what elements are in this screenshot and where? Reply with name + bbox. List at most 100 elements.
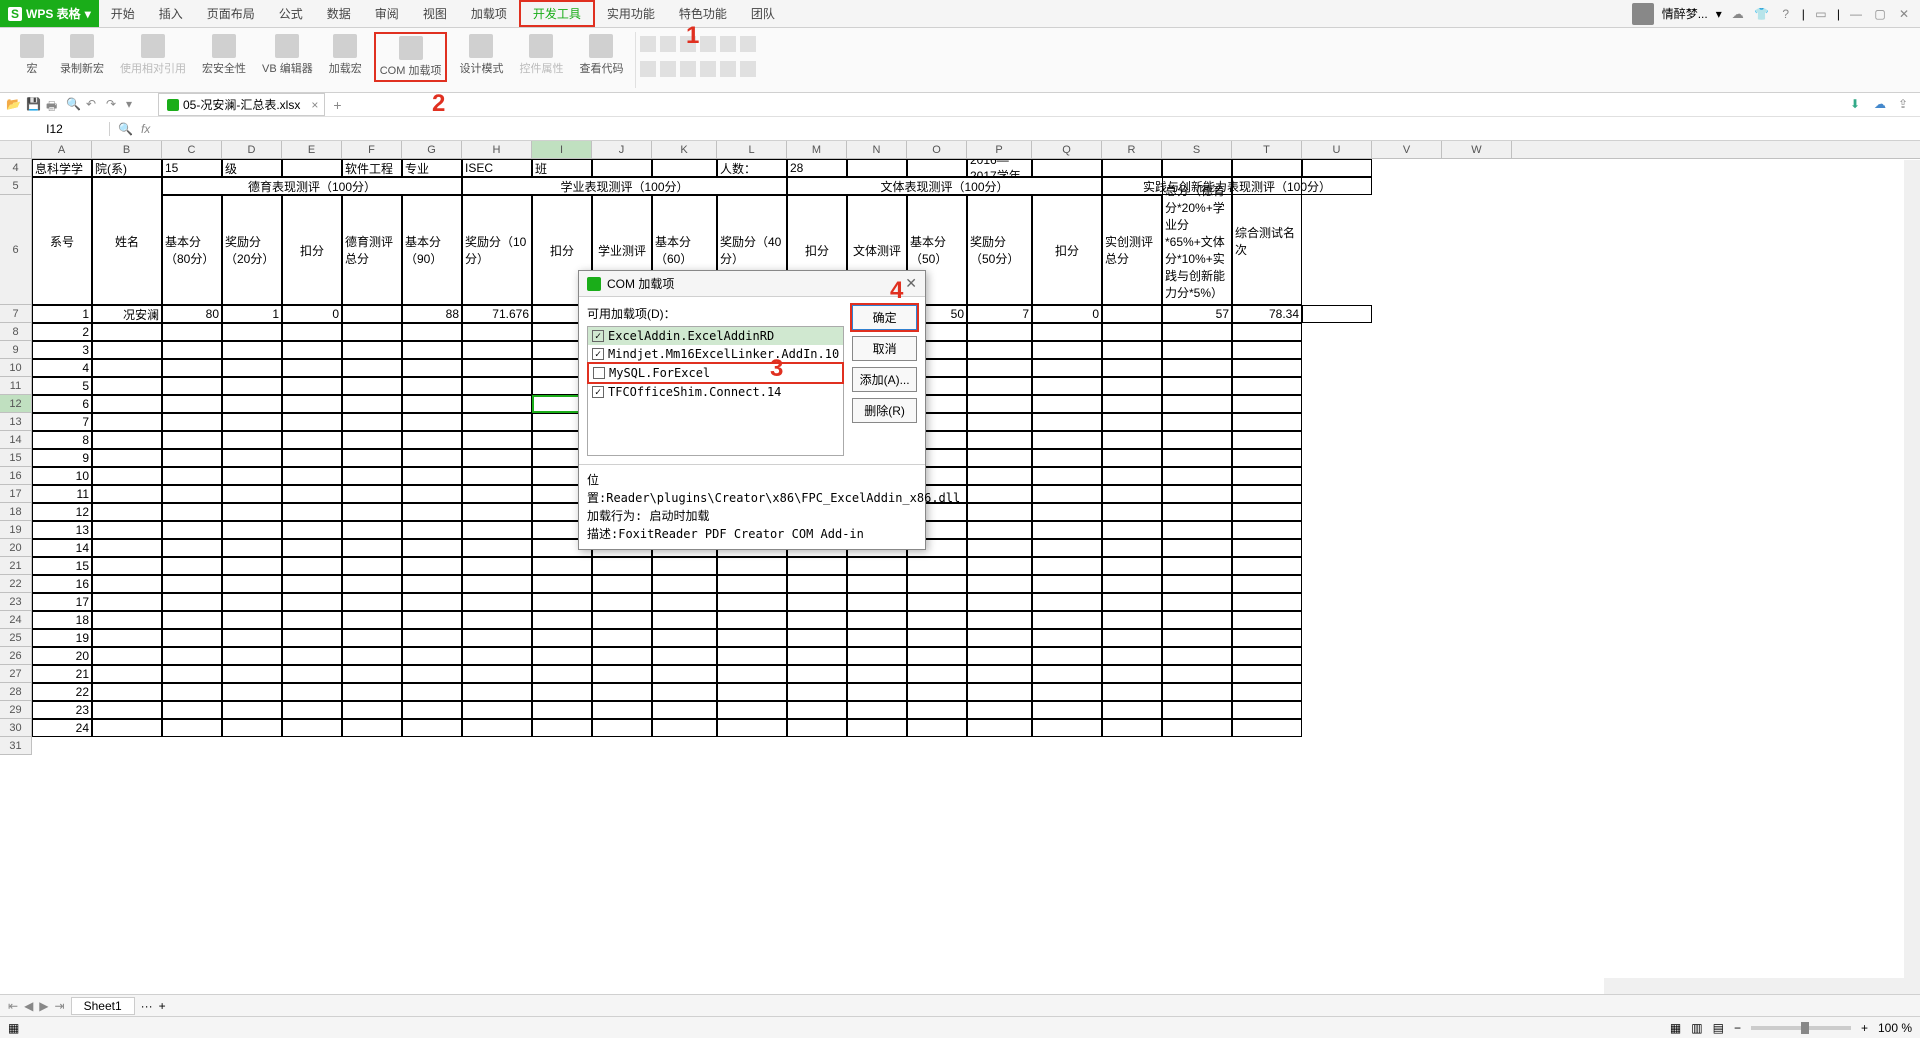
row-header-30[interactable]: 30: [0, 719, 32, 737]
cell[interactable]: [652, 557, 717, 575]
cell[interactable]: [162, 503, 222, 521]
cell[interactable]: 10: [32, 467, 92, 485]
cell[interactable]: 7: [967, 305, 1032, 323]
cell[interactable]: [1102, 611, 1162, 629]
cell[interactable]: [162, 665, 222, 683]
cell[interactable]: [462, 359, 532, 377]
cell[interactable]: [967, 521, 1032, 539]
cell[interactable]: [92, 683, 162, 701]
cell[interactable]: [222, 503, 282, 521]
cell[interactable]: 姓名: [92, 177, 162, 305]
row-header-26[interactable]: 26: [0, 647, 32, 665]
cell[interactable]: [967, 431, 1032, 449]
menu-tab-5[interactable]: 审阅: [363, 0, 411, 27]
sheet-nav-prev[interactable]: ◀: [24, 999, 33, 1013]
cell[interactable]: [1032, 413, 1102, 431]
cell[interactable]: [462, 503, 532, 521]
menu-tab-7[interactable]: 加载项: [459, 0, 519, 27]
control-group-icon[interactable]: [680, 61, 696, 77]
cell[interactable]: [1162, 341, 1232, 359]
cell[interactable]: [1102, 431, 1162, 449]
cell[interactable]: [162, 413, 222, 431]
cell[interactable]: 总分（德育分*20%+学业分*65%+文体分*10%+实践与创新能力分*5%）: [1162, 177, 1232, 305]
window-maximize[interactable]: ▢: [1872, 6, 1888, 22]
cell[interactable]: [907, 575, 967, 593]
row-header-6[interactable]: 6: [0, 195, 32, 305]
cell[interactable]: [967, 485, 1032, 503]
control-textbox-icon[interactable]: [660, 36, 676, 52]
cell[interactable]: [592, 611, 652, 629]
cell[interactable]: [1032, 611, 1102, 629]
cell[interactable]: [402, 557, 462, 575]
ribbon-btn-4[interactable]: VB 编辑器: [258, 32, 317, 78]
cell[interactable]: [1232, 557, 1302, 575]
cell[interactable]: [907, 701, 967, 719]
cell[interactable]: 扣分: [1032, 195, 1102, 305]
cell[interactable]: [717, 701, 787, 719]
cell[interactable]: [907, 593, 967, 611]
col-header-P[interactable]: P: [967, 141, 1032, 158]
cell[interactable]: [1102, 647, 1162, 665]
cell[interactable]: [1232, 377, 1302, 395]
cell[interactable]: 78.34: [1232, 305, 1302, 323]
cell[interactable]: [717, 557, 787, 575]
control-checkbox-icon[interactable]: [640, 36, 656, 52]
cell[interactable]: [342, 557, 402, 575]
cell[interactable]: [162, 629, 222, 647]
checkbox-icon[interactable]: ✓: [592, 348, 604, 360]
ribbon-btn-7[interactable]: 设计模式: [455, 32, 507, 78]
cell[interactable]: [1162, 395, 1232, 413]
cell[interactable]: [967, 359, 1032, 377]
menu-tab-6[interactable]: 视图: [411, 0, 459, 27]
row-header-22[interactable]: 22: [0, 575, 32, 593]
cell[interactable]: 况安澜: [92, 305, 162, 323]
cell[interactable]: [652, 593, 717, 611]
cell[interactable]: [1032, 701, 1102, 719]
cell[interactable]: [92, 485, 162, 503]
col-header-J[interactable]: J: [592, 141, 652, 158]
cell[interactable]: [282, 323, 342, 341]
row-header-11[interactable]: 11: [0, 377, 32, 395]
avatar[interactable]: [1632, 3, 1654, 25]
cell[interactable]: [847, 593, 907, 611]
row-header-12[interactable]: 12: [0, 395, 32, 413]
cell[interactable]: [592, 629, 652, 647]
cell[interactable]: [1102, 665, 1162, 683]
cell[interactable]: 9: [32, 449, 92, 467]
cell[interactable]: [222, 521, 282, 539]
cell[interactable]: [1032, 575, 1102, 593]
cell[interactable]: [462, 521, 532, 539]
cell[interactable]: [787, 629, 847, 647]
cell[interactable]: [967, 341, 1032, 359]
save-icon[interactable]: 💾: [26, 97, 42, 113]
cell[interactable]: [222, 485, 282, 503]
cell[interactable]: 16: [32, 575, 92, 593]
cell[interactable]: 12: [32, 503, 92, 521]
window-minimize[interactable]: —: [1848, 6, 1864, 22]
cell[interactable]: [1232, 701, 1302, 719]
cell[interactable]: [462, 719, 532, 737]
cell[interactable]: [342, 395, 402, 413]
cell[interactable]: 基本分（90）: [402, 195, 462, 305]
cell[interactable]: [1162, 449, 1232, 467]
user-name[interactable]: 情醉梦...: [1662, 5, 1708, 22]
cell[interactable]: [1032, 683, 1102, 701]
cell[interactable]: 班: [532, 159, 592, 177]
sheet-tab-add[interactable]: +: [159, 999, 166, 1013]
control-scroll-icon[interactable]: [660, 61, 676, 77]
cell[interactable]: [1232, 629, 1302, 647]
cell[interactable]: [967, 539, 1032, 557]
cell[interactable]: [907, 647, 967, 665]
cell[interactable]: [282, 413, 342, 431]
cell[interactable]: [1232, 575, 1302, 593]
cell[interactable]: [402, 719, 462, 737]
col-header-Q[interactable]: Q: [1032, 141, 1102, 158]
formula-bar[interactable]: 🔍 fx: [110, 122, 1920, 136]
col-header-L[interactable]: L: [717, 141, 787, 158]
cell[interactable]: [402, 611, 462, 629]
cell[interactable]: [222, 395, 282, 413]
cell[interactable]: [967, 377, 1032, 395]
cell[interactable]: [462, 431, 532, 449]
cell[interactable]: [1102, 539, 1162, 557]
row-header-21[interactable]: 21: [0, 557, 32, 575]
